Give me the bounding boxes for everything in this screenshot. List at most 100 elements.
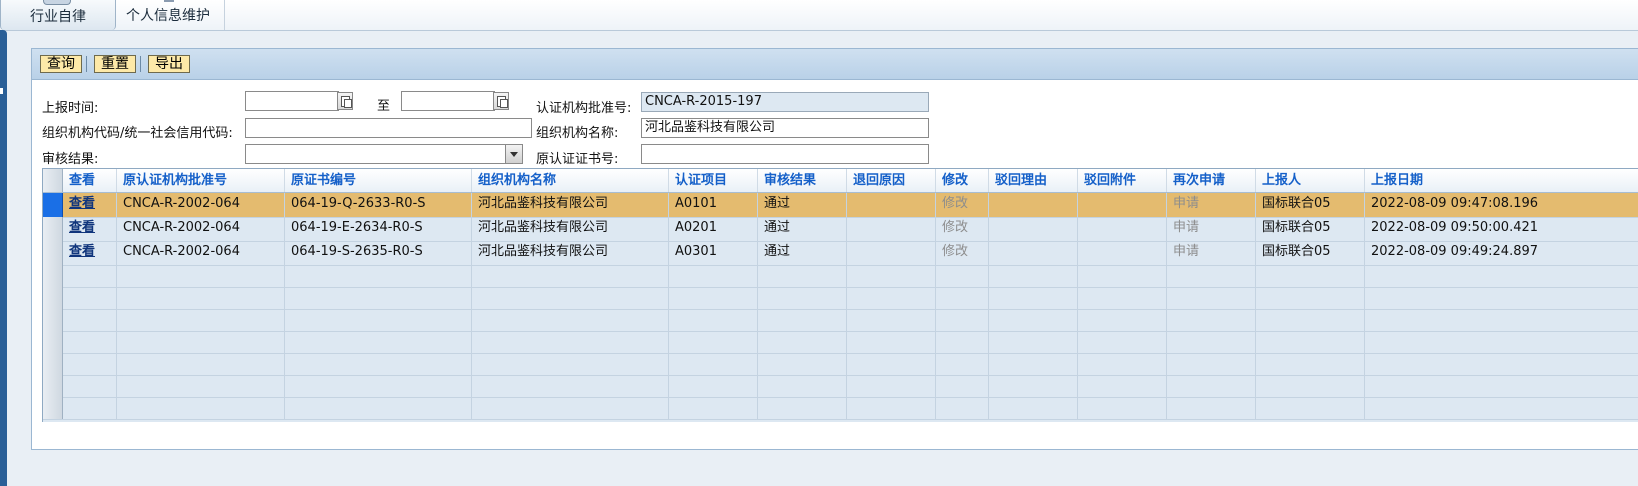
- table-cell: [989, 217, 1078, 241]
- row-selector[interactable]: [43, 265, 63, 287]
- export-button[interactable]: 导出: [148, 55, 190, 73]
- table-cell: [285, 353, 472, 375]
- table-cell: [63, 309, 117, 331]
- row-selector[interactable]: [43, 331, 63, 353]
- table-cell: 064-19-S-2635-R0-S: [285, 241, 472, 265]
- col-header[interactable]: 驳回附件: [1078, 169, 1167, 192]
- calendar-icon[interactable]: [493, 92, 509, 110]
- col-header[interactable]: 审核结果: [758, 169, 847, 192]
- table-row[interactable]: 查看 CNCA-R-2002-064 064-19-Q-2633-R0-S 河北品鉴科…: [43, 193, 1638, 218]
- header-selector-cell: [43, 169, 63, 192]
- col-header[interactable]: 上报日期: [1365, 169, 1638, 192]
- cert-org-approval-input[interactable]: CNCA-R-2015-197: [641, 92, 929, 112]
- cell-text: 064-19-S-2635-R0-S: [291, 244, 423, 259]
- cell-text: 2022-08-09 09:50:00.421: [1371, 220, 1539, 235]
- view-link[interactable]: 查看: [69, 244, 95, 259]
- table-cell: 国标联合05: [1256, 241, 1365, 265]
- table-cell: [847, 287, 936, 309]
- sidebar-toggle-icon: [0, 88, 3, 94]
- report-time-to-input[interactable]: [401, 91, 495, 111]
- reapply-link[interactable]: 申请: [1173, 244, 1199, 259]
- col-header[interactable]: 再次申请: [1167, 169, 1256, 192]
- row-selector[interactable]: [43, 309, 63, 331]
- view-link[interactable]: 查看: [69, 220, 95, 235]
- row-selector[interactable]: [43, 353, 63, 375]
- table-cell: A0301: [669, 241, 758, 265]
- row-selector[interactable]: [43, 375, 63, 397]
- table-row[interactable]: 查看 CNCA-R-2002-064 064-19-S-2635-R0-S 河北品鉴科…: [43, 241, 1638, 266]
- table-cell: [669, 353, 758, 375]
- table-cell: 国标联合05: [1256, 193, 1365, 217]
- table-cell: [472, 287, 669, 309]
- tab-label: 行业自律: [30, 9, 86, 25]
- table-cell: CNCA-R-2002-064: [117, 217, 285, 241]
- table-cell: [63, 331, 117, 353]
- col-header[interactable]: 修改: [936, 169, 989, 192]
- table-cell: [1078, 397, 1167, 419]
- top-tab-bar: 行业自律 个人信息维护: [0, 0, 1638, 31]
- table-cell: [989, 265, 1078, 287]
- empty-row: [43, 375, 1638, 398]
- table-cell: 申请: [1167, 217, 1256, 241]
- org-name-input[interactable]: 河北品鉴科技有限公司: [641, 118, 929, 138]
- table-cell: [1256, 353, 1365, 375]
- col-header[interactable]: 上报人: [1256, 169, 1365, 192]
- cell-text: 河北品鉴科技有限公司: [478, 196, 609, 211]
- table-cell: [285, 265, 472, 287]
- tab-industry-self-discipline[interactable]: 行业自律: [0, 0, 116, 30]
- table-cell: A0101: [669, 193, 758, 217]
- col-header[interactable]: 组织机构名称: [472, 169, 669, 192]
- table-cell: [1365, 265, 1638, 287]
- col-header[interactable]: 认证项目: [669, 169, 758, 192]
- reapply-link[interactable]: 申请: [1173, 220, 1199, 235]
- table-cell: [989, 241, 1078, 265]
- results-grid: 查看 原认证机构批准号 原证书编号 组织机构名称 认证项目 审核结果 退回原因 …: [42, 168, 1638, 422]
- calendar-icon[interactable]: [337, 92, 353, 110]
- modify-link[interactable]: 修改: [942, 220, 968, 235]
- orig-cert-no-input[interactable]: [641, 144, 929, 164]
- table-cell: 064-19-E-2634-R0-S: [285, 217, 472, 241]
- table-cell: [1365, 353, 1638, 375]
- cell-text: 2022-08-09 09:49:24.897: [1371, 244, 1539, 259]
- table-cell: [1365, 331, 1638, 353]
- modify-link[interactable]: 修改: [942, 196, 968, 211]
- modify-link[interactable]: 修改: [942, 244, 968, 259]
- report-time-from-input[interactable]: [245, 91, 339, 111]
- table-cell: [63, 265, 117, 287]
- table-cell: [285, 287, 472, 309]
- table-cell: [936, 375, 989, 397]
- table-cell: [989, 375, 1078, 397]
- table-cell: [936, 397, 989, 419]
- col-header[interactable]: 退回原因: [847, 169, 936, 192]
- row-selector[interactable]: [43, 193, 63, 217]
- grid-header: 查看 原认证机构批准号 原证书编号 组织机构名称 认证项目 审核结果 退回原因 …: [43, 169, 1638, 193]
- table-cell: [117, 309, 285, 331]
- table-cell: 查看: [63, 193, 117, 217]
- table-cell: [847, 241, 936, 265]
- col-header[interactable]: 原认证机构批准号: [117, 169, 285, 192]
- row-selector[interactable]: [43, 397, 63, 419]
- tab-personal-info[interactable]: 个人信息维护: [118, 0, 218, 30]
- table-cell: [847, 331, 936, 353]
- chevron-down-icon[interactable]: [505, 145, 522, 163]
- table-cell: [669, 397, 758, 419]
- table-cell: 064-19-Q-2633-R0-S: [285, 193, 472, 217]
- query-button[interactable]: 查询: [40, 55, 82, 73]
- row-selector[interactable]: [43, 217, 63, 241]
- cell-text: 通过: [764, 220, 791, 235]
- view-link[interactable]: 查看: [69, 196, 95, 211]
- org-code-input[interactable]: [245, 118, 532, 138]
- table-row[interactable]: 查看 CNCA-R-2002-064 064-19-E-2634-R0-S 河北品鉴科…: [43, 217, 1638, 242]
- reapply-link[interactable]: 申请: [1173, 196, 1199, 211]
- col-header[interactable]: 驳回理由: [989, 169, 1078, 192]
- table-cell: [1256, 375, 1365, 397]
- row-selector[interactable]: [43, 287, 63, 309]
- col-header[interactable]: 查看: [63, 169, 117, 192]
- row-selector[interactable]: [43, 241, 63, 265]
- table-cell: [117, 397, 285, 419]
- reset-button[interactable]: 重置: [94, 55, 136, 73]
- col-header[interactable]: 原证书编号: [285, 169, 472, 192]
- cell-text: 2022-08-09 09:47:08.196: [1371, 196, 1539, 211]
- review-result-select[interactable]: [245, 144, 523, 164]
- left-sidebar-collapsed[interactable]: [0, 30, 7, 486]
